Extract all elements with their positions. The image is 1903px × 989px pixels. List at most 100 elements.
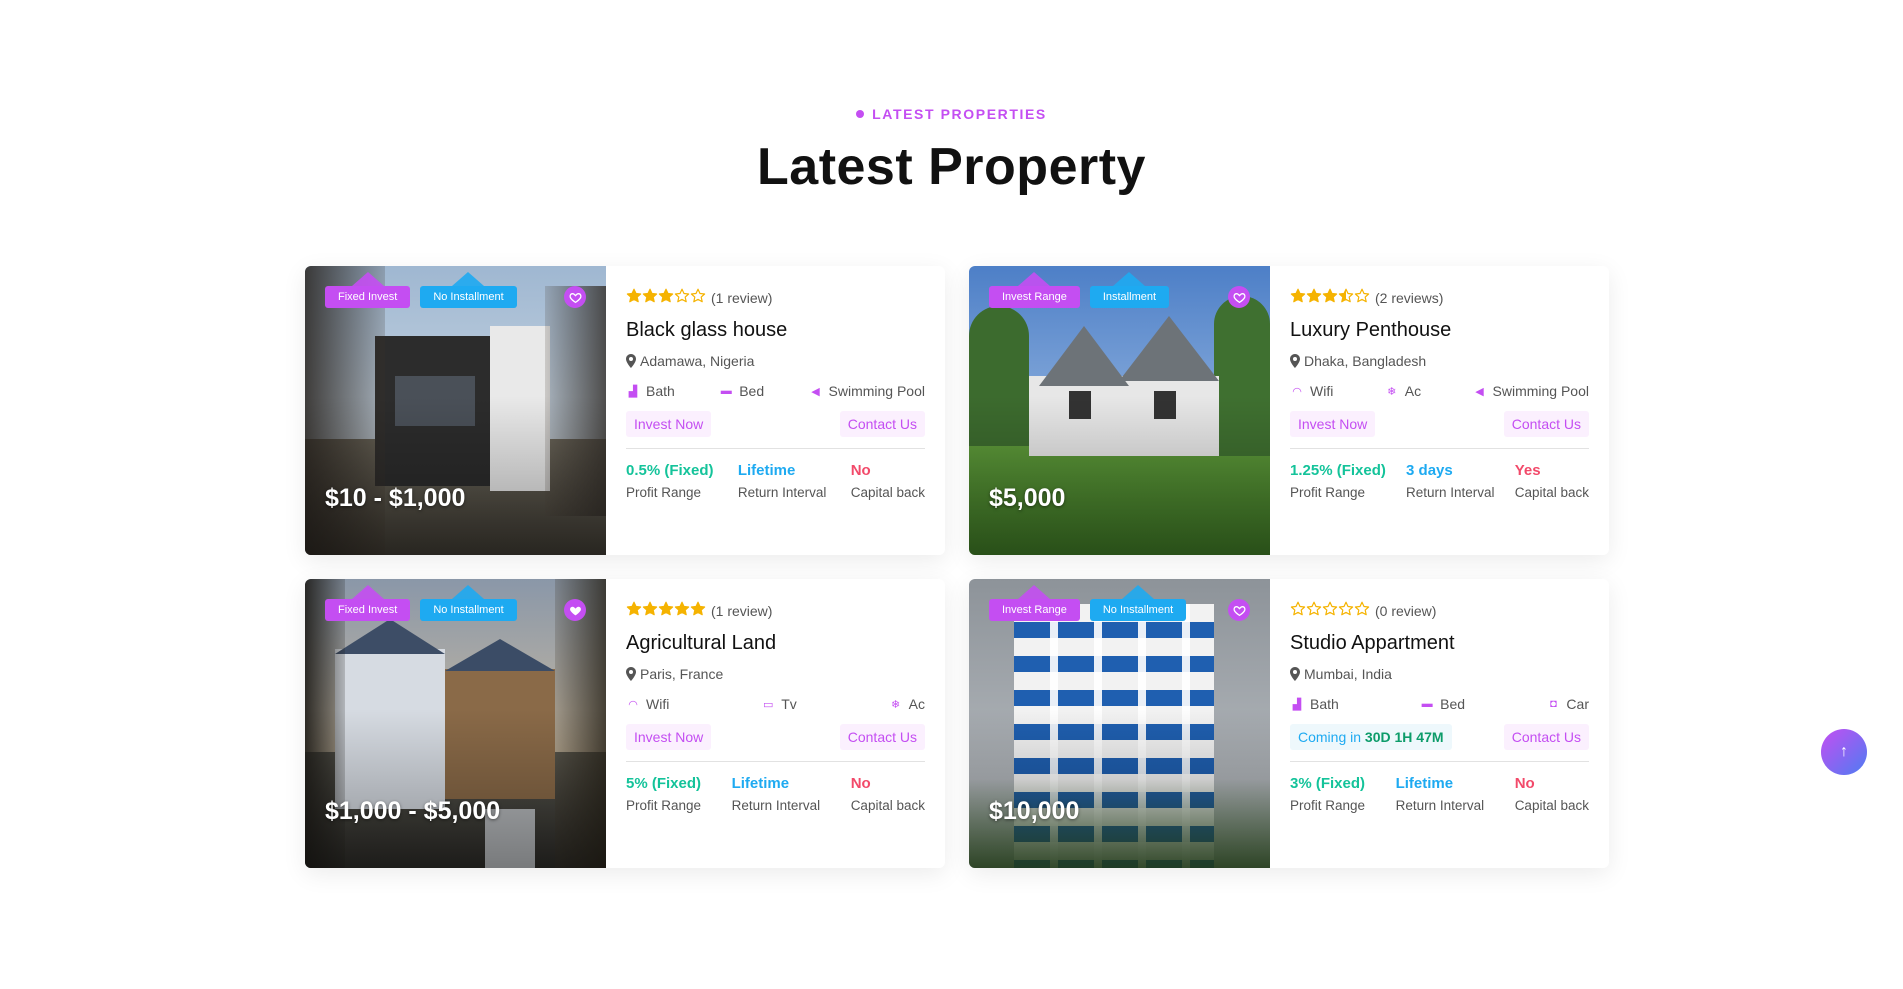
coming-prefix: Coming in [1298,729,1362,745]
location-label: Mumbai, India [1304,666,1392,682]
invest-now-button[interactable]: Invest Now [626,724,712,750]
stat-profit-range: 5% (Fixed) Profit Range [626,775,701,813]
stat-return-interval: Lifetime Return Interval [1396,775,1485,813]
property-rating: (1 review) [626,288,925,307]
feature-item: ◀ Swimming Pool [1473,383,1589,399]
stat-capital-back: Yes Capital back [1515,462,1589,500]
feature-label: Wifi [1310,383,1334,399]
property-title[interactable]: Black glass house [626,319,925,342]
ac-icon: ❄ [891,698,901,711]
installment-badge: Installment [1089,286,1170,308]
bed-icon: ▬ [1421,698,1433,710]
stat-label: Capital back [1514,798,1589,813]
property-price: $10,000 [989,797,1080,825]
wishlist-button[interactable] [564,286,586,308]
feature-item: ◀ Swimming Pool [809,383,925,399]
property-card[interactable]: Invest Range Installment $5,000 (2 revie… [969,266,1609,555]
property-image[interactable]: Invest Range No Installment $10,000 [969,579,1270,868]
property-stats: 1.25% (Fixed) Profit Range 3 days Return… [1290,462,1589,500]
bed-icon: ▬ [720,385,732,397]
stat-label: Capital back [850,798,925,813]
star-icon [658,288,674,303]
property-card[interactable]: Invest Range No Installment $10,000 (0 r… [969,579,1609,868]
feature-label: Wifi [646,696,670,712]
installment-badge: No Installment [420,286,517,308]
bath-icon: ▟ [1292,698,1302,711]
star-icon [642,601,658,616]
star-icon [690,288,706,303]
star-icon [1354,288,1370,303]
property-rating: (1 review) [626,601,925,620]
stat-label: Return Interval [1395,798,1485,813]
wishlist-button[interactable] [1228,599,1250,621]
feature-item: ◠ Wifi [1290,383,1333,399]
feature-label: Ac [908,696,925,712]
installment-badge: No Installment [420,599,517,621]
wishlist-button[interactable] [564,599,586,621]
map-pin-icon [1290,354,1300,368]
property-rating: (2 reviews) [1290,288,1589,307]
property-rating: (0 review) [1290,601,1589,620]
contact-us-button[interactable]: Contact Us [839,724,925,750]
star-icon [1306,601,1322,616]
contact-us-button[interactable]: Contact Us [1503,411,1589,437]
rating-stars [1290,601,1370,620]
property-features: ▟ Bath ▬ Bed ◘ Car [1290,696,1589,712]
property-actions: Invest Now Contact Us [626,724,925,750]
star-icon [1322,601,1338,616]
property-actions: Coming in 30D 1H 47M Contact Us [1290,724,1589,750]
star-icon [1306,288,1322,303]
contact-us-button[interactable]: Contact Us [1503,724,1589,750]
property-image[interactable]: Fixed Invest No Installment $1,000 - $5,… [305,579,606,868]
heart-outline-icon [568,292,582,303]
wishlist-button[interactable] [1228,286,1250,308]
star-icon [1322,288,1338,303]
feature-item: ▬ Bed [1420,696,1465,712]
property-location: Dhaka, Bangladesh [1290,353,1589,369]
property-location: Adamawa, Nigeria [626,353,925,369]
rating-stars [626,601,706,620]
property-title[interactable]: Luxury Penthouse [1290,319,1589,342]
map-pin-icon [1290,667,1300,681]
property-title[interactable]: Agricultural Land [626,632,925,655]
property-card[interactable]: Fixed Invest No Installment $1,000 - $5,… [305,579,945,868]
star-icon [658,601,674,616]
star-icon [1338,288,1354,303]
ac-icon: ❄ [1387,385,1397,398]
stat-return-interval: Lifetime Return Interval [732,775,821,813]
car-icon: ◘ [1550,698,1557,710]
star-icon [626,601,642,616]
stat-value: Lifetime [731,775,790,792]
property-image[interactable]: Invest Range Installment $5,000 [969,266,1270,555]
stat-profit-range: 0.5% (Fixed) Profit Range [626,462,714,500]
property-title[interactable]: Studio Appartment [1290,632,1589,655]
property-badges: Invest Range No Installment [989,599,1187,621]
property-grid: Fixed Invest No Installment $10 - $1,000… [305,266,1609,868]
review-count: (1 review) [711,289,773,306]
star-icon [642,288,658,303]
property-stats: 5% (Fixed) Profit Range Lifetime Return … [626,775,925,813]
invest-now-button[interactable]: Invest Now [626,411,712,437]
star-icon [1354,601,1370,616]
feature-item: ❄ Ac [1385,383,1421,399]
installment-badge: No Installment [1089,599,1187,621]
location-label: Dhaka, Bangladesh [1304,353,1427,369]
location-label: Adamawa, Nigeria [640,353,755,369]
stat-value: 1.25% (Fixed) [1290,462,1386,479]
scroll-to-top-button[interactable]: ↑ [1821,729,1867,775]
heart-filled-icon [569,606,581,615]
feature-item: ▟ Bath [1290,696,1339,712]
contact-us-button[interactable]: Contact Us [839,411,925,437]
invest-type-badge: Fixed Invest [325,599,411,621]
property-image[interactable]: Fixed Invest No Installment $10 - $1,000 [305,266,606,555]
property-card[interactable]: Fixed Invest No Installment $10 - $1,000… [305,266,945,555]
invest-now-button[interactable]: Invest Now [1290,411,1376,437]
rating-stars [1290,288,1370,307]
divider [626,448,925,449]
stat-value: 5% (Fixed) [626,775,702,792]
feature-item: ▟ Bath [626,383,675,399]
section-eyebrow: LATEST PROPERTIES [856,106,1047,122]
stat-capital-back: No Capital back [851,462,925,500]
star-icon [1338,601,1354,616]
stat-value: Yes [1514,462,1541,479]
